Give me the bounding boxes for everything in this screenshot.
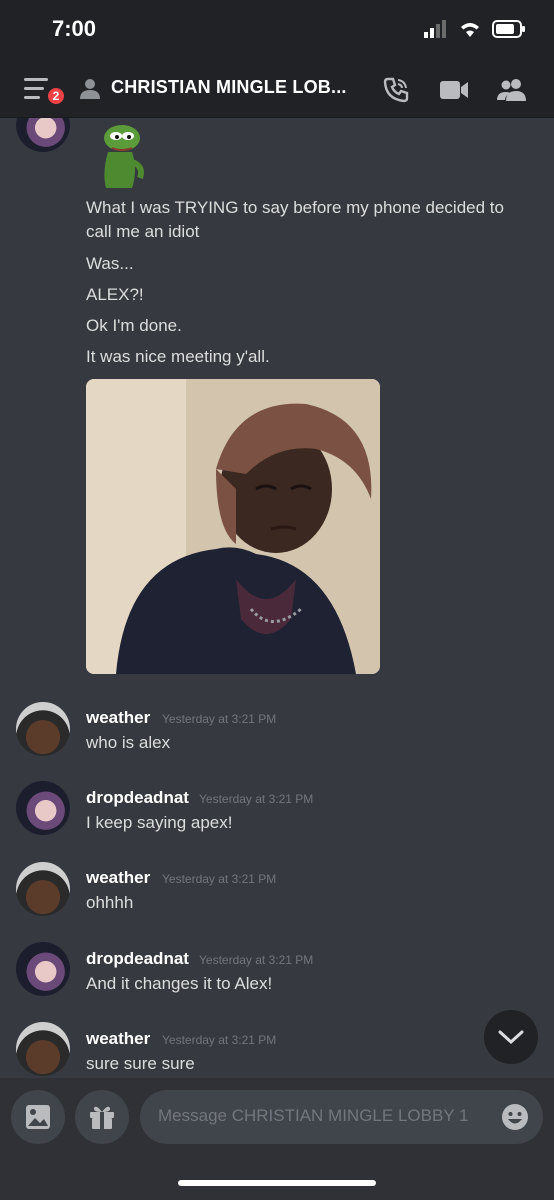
status-time: 7:00 xyxy=(52,16,97,41)
gift-button[interactable] xyxy=(75,1090,129,1144)
channel-header: 2 CHRISTIAN MINGLE LOB... xyxy=(0,60,554,118)
pepe-sticker xyxy=(104,125,144,188)
message-text: who is alex xyxy=(86,733,171,752)
meme-image[interactable] xyxy=(86,379,380,674)
username[interactable]: weather xyxy=(86,868,150,888)
username[interactable]: weather xyxy=(86,1029,150,1049)
timestamp: Yesterday at 3:21 PM xyxy=(199,792,314,806)
signal-icon xyxy=(424,20,446,38)
message-line: ALEX?! xyxy=(86,285,144,304)
message-text: sure sure sure xyxy=(86,1054,195,1073)
avatar[interactable] xyxy=(16,781,70,835)
chevron-down-icon xyxy=(498,1030,524,1045)
video-button[interactable] xyxy=(438,74,470,106)
message-input[interactable]: Message CHRISTIAN MINGLE LOBBY 1 xyxy=(140,1090,543,1144)
avatar[interactable] xyxy=(16,1022,70,1076)
avatar[interactable] xyxy=(16,702,70,756)
home-indicator[interactable] xyxy=(178,1180,376,1186)
attach-image-button[interactable] xyxy=(11,1090,65,1144)
message-list[interactable]: What I was TRYING to say before my phone… xyxy=(0,118,554,1078)
timestamp: Yesterday at 3:21 PM xyxy=(199,953,314,967)
message-text: ohhhh xyxy=(86,893,134,912)
call-icon xyxy=(383,77,409,103)
message-line: Was... xyxy=(86,254,134,273)
status-icons xyxy=(424,20,526,38)
image-icon xyxy=(26,1105,50,1129)
username[interactable]: dropdeadnat xyxy=(86,949,189,969)
timestamp: Yesterday at 3:21 PM xyxy=(162,712,277,726)
avatar[interactable] xyxy=(16,942,70,996)
video-icon xyxy=(440,81,468,99)
dm-person-icon xyxy=(80,79,100,99)
emoji-icon[interactable] xyxy=(501,1103,529,1131)
gift-icon xyxy=(90,1106,114,1129)
timestamp: Yesterday at 3:21 PM xyxy=(162,1033,277,1047)
notification-badge: 2 xyxy=(46,86,66,106)
wifi-icon xyxy=(461,23,479,37)
avatar[interactable] xyxy=(16,118,70,152)
scroll-to-bottom-button[interactable] xyxy=(484,1010,538,1064)
message-text: I keep saying apex! xyxy=(86,813,233,832)
username[interactable]: dropdeadnat xyxy=(86,788,189,808)
call-button[interactable] xyxy=(380,74,412,106)
avatar[interactable] xyxy=(16,862,70,916)
username[interactable]: weather xyxy=(86,708,150,728)
message-line: It was nice meeting y'all. xyxy=(86,347,270,366)
message-text: And it changes it to Alex! xyxy=(86,974,273,993)
members-button[interactable] xyxy=(496,74,528,106)
channel-title[interactable]: CHRISTIAN MINGLE LOB... xyxy=(111,77,347,98)
timestamp: Yesterday at 3:21 PM xyxy=(162,872,277,886)
message-line: call me an idiot xyxy=(86,222,200,241)
members-icon xyxy=(497,79,526,101)
status-bar: 7:00 xyxy=(0,0,554,60)
message-line: Ok I'm done. xyxy=(86,316,182,335)
battery-icon xyxy=(492,20,525,38)
meme-illustration xyxy=(86,379,380,674)
message-placeholder: Message CHRISTIAN MINGLE LOBBY 1 xyxy=(158,1106,469,1125)
message-line: What I was TRYING to say before my phone… xyxy=(86,198,504,217)
